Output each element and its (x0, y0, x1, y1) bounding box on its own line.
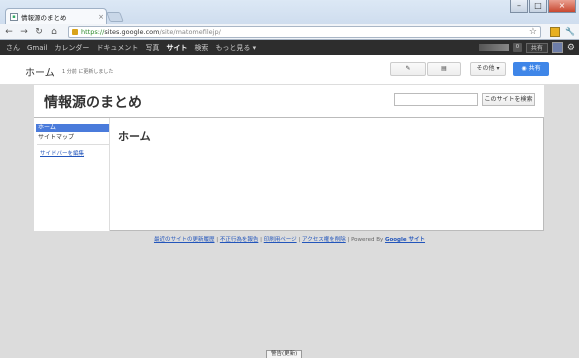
status-tooltip: 警告(更新) (266, 350, 303, 358)
new-page-button[interactable]: ▤ (427, 62, 461, 76)
address-bar[interactable]: https://sites.google.com/site/matomefile… (68, 25, 541, 38)
avatar[interactable] (551, 42, 563, 53)
pencil-icon: ✎ (405, 65, 411, 72)
edit-page-button[interactable]: ✎ (390, 62, 426, 76)
share-label: 共有 (528, 65, 541, 72)
gbar-sites[interactable]: サイト (166, 43, 187, 53)
globe-icon: ◉ (521, 65, 529, 72)
more-actions-button[interactable]: その他 ▾ (470, 62, 506, 76)
reload-icon[interactable]: ↻ (34, 27, 44, 37)
lock-icon (72, 28, 78, 35)
gbar-calendar[interactable]: カレンダー (54, 43, 89, 53)
site-search-input[interactable] (394, 93, 478, 106)
notification-count[interactable]: 0 (512, 43, 522, 52)
maximize-icon[interactable]: □ (529, 0, 547, 13)
account-name[interactable] (478, 44, 509, 51)
last-updated: 1 分前 に更新しました (62, 69, 114, 75)
share-button[interactable]: ◉ 共有 (513, 62, 549, 76)
powered-by: Powered By (351, 237, 384, 243)
recent-activity-link[interactable]: 最近のサイトの更新履歴 (154, 237, 215, 243)
window-controls: – □ × (510, 0, 576, 13)
site-footer: 最近のサイトの更新履歴 | 不正行為を報告 | 印刷用ページ | アクセス権を削… (153, 237, 426, 243)
google-sites-link[interactable]: Google サイト (385, 237, 425, 243)
tab-title: 情報源のまとめ (21, 13, 67, 22)
browser-toolbar: ← → ↻ ⌂ https://sites.google.com/site/ma… (0, 24, 579, 40)
browser-tab[interactable]: ▪ 情報源のまとめ × (5, 8, 107, 24)
sidebar-item-home[interactable]: ホーム (36, 124, 109, 132)
favicon-icon: ▪ (10, 12, 18, 21)
wrench-icon[interactable]: 🔧 (565, 27, 575, 37)
gbar-right: 0 共有 ⚙ (478, 42, 575, 53)
close-tab-icon[interactable]: × (96, 13, 106, 21)
sitebar-title: ホーム (25, 68, 55, 79)
remove-access-link[interactable]: アクセス権を削除 (302, 237, 346, 243)
close-window-icon[interactable]: × (548, 0, 576, 13)
gbar-docs[interactable]: ドキュメント (96, 43, 138, 53)
new-page-icon: ▤ (441, 65, 447, 72)
gbar-search[interactable]: 検索 (194, 43, 208, 53)
forward-icon[interactable]: → (19, 27, 29, 37)
minimize-icon[interactable]: – (510, 0, 528, 13)
gear-icon[interactable]: ⚙ (567, 43, 575, 53)
extension-icon[interactable] (550, 26, 560, 37)
edit-sidebar-link[interactable]: サイドバーを編集 (40, 149, 84, 157)
sites-edit-bar: ホーム 1 分前 に更新しました ✎ ▤ その他 ▾ ◉ 共有 (0, 55, 579, 85)
gbar-more[interactable]: もっと見る ▾ (215, 43, 256, 53)
print-page-link[interactable]: 印刷用ページ (264, 237, 297, 243)
gbar-photos[interactable]: 写真 (145, 43, 159, 53)
gbar-gmail[interactable]: Gmail (27, 44, 47, 52)
sidebar: ホーム サイトマップ サイドバーを編集 (34, 118, 110, 231)
report-abuse-link[interactable]: 不正行為を報告 (220, 237, 259, 243)
home-icon[interactable]: ⌂ (49, 27, 59, 37)
gbar-share-button[interactable]: 共有 (525, 42, 548, 53)
site-header: 情報源のまとめ このサイトを検索 (34, 85, 544, 118)
page-title: ホーム (118, 130, 151, 143)
site-title[interactable]: 情報源のまとめ (44, 92, 142, 112)
bookmark-star-icon[interactable]: ☆ (529, 27, 537, 37)
google-bar: さん Gmail カレンダー ドキュメント 写真 サイト 検索 もっと見る ▾ … (0, 40, 579, 55)
url-text: https://sites.google.com/site/matomefile… (81, 27, 221, 36)
sidebar-item-sitemap[interactable]: サイトマップ (36, 132, 74, 141)
back-icon[interactable]: ← (4, 27, 14, 37)
site-search-button[interactable]: このサイトを検索 (482, 93, 535, 106)
gbar-user[interactable]: さん (6, 43, 20, 53)
sidebar-divider (37, 144, 109, 145)
